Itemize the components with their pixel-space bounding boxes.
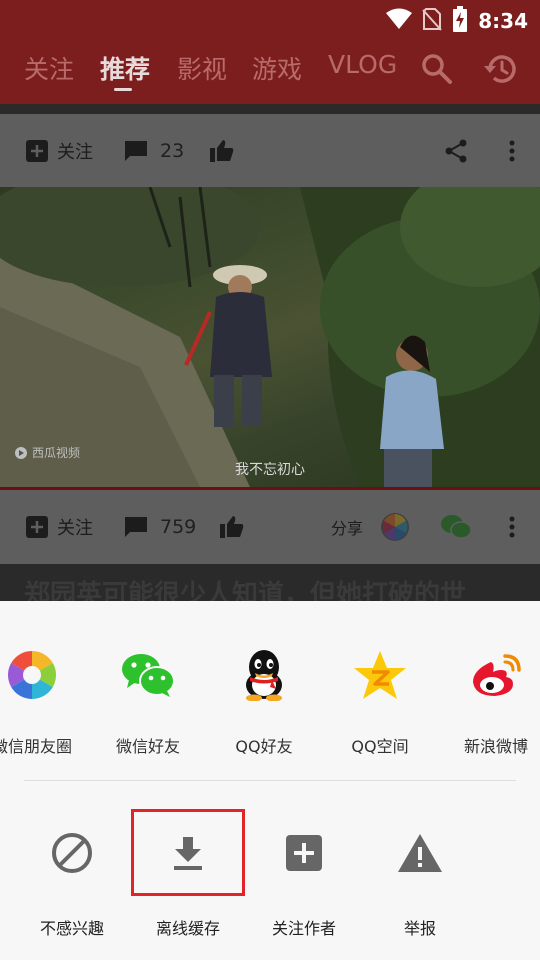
- video-frame-image: [0, 187, 540, 487]
- next-video-title[interactable]: 郑园英可能很少人知道，但她打破的世: [24, 574, 466, 601]
- moments-icon: [7, 651, 57, 699]
- qq-icon: [246, 650, 282, 701]
- share-target-label: QQ好友: [235, 737, 293, 756]
- tab-follow[interactable]: 关注: [24, 50, 74, 86]
- share-target-qzone[interactable]: QQ空间: [322, 645, 438, 757]
- battery-charging-icon: [452, 6, 468, 36]
- action-label: 离线缓存: [155, 919, 220, 938]
- follow-button[interactable]: 关注: [26, 114, 93, 188]
- card-action-bar: 关注 23: [0, 114, 540, 188]
- comment-button[interactable]: 23: [124, 114, 184, 188]
- more-icon[interactable]: [508, 114, 516, 188]
- share-sheet: 微信朋友圈 微信好友: [0, 601, 540, 960]
- feed: 关注 23 西瓜视频 我不忘初心 关注 759 分享 郑园英可能很少人知道，但她…: [0, 104, 540, 601]
- status-bar: 8:34: [0, 0, 540, 38]
- thumbs-up-icon: [220, 516, 244, 538]
- wifi-icon: [386, 8, 413, 34]
- share-targets-row: 微信朋友圈 微信好友: [0, 601, 540, 779]
- tab-games[interactable]: 游戏: [252, 50, 302, 86]
- comment-icon: [125, 517, 147, 537]
- card-action-bar-2: 关注 759 分享: [0, 490, 540, 564]
- tab-recommended[interactable]: 推荐: [100, 50, 150, 86]
- history-icon[interactable]: [483, 52, 519, 90]
- add-icon: [26, 516, 48, 538]
- like-button-2[interactable]: [220, 490, 244, 564]
- action-label: 举报: [403, 919, 436, 938]
- not-interested-button[interactable]: 不感兴趣: [14, 825, 130, 939]
- tabs-fade: [392, 38, 414, 104]
- tab-movies[interactable]: 影视: [177, 50, 227, 86]
- share-target-label: QQ空间: [351, 737, 409, 756]
- not-interested-icon: [52, 833, 92, 873]
- action-label: 关注作者: [271, 919, 336, 938]
- share-label[interactable]: 分享: [331, 490, 363, 564]
- follow-author-button[interactable]: 关注作者: [246, 825, 362, 939]
- follow-button-2[interactable]: 关注: [26, 490, 93, 564]
- active-tab-indicator: [114, 88, 132, 91]
- follow-author-icon: [286, 835, 322, 871]
- report-button[interactable]: 举报: [362, 825, 478, 939]
- qzone-icon: [354, 651, 406, 699]
- share-target-wechat[interactable]: 微信好友: [90, 645, 206, 757]
- comment-button-2[interactable]: 759: [124, 490, 196, 564]
- comment-icon: [125, 141, 147, 161]
- action-label: 不感兴趣: [39, 919, 104, 938]
- watermark-logo-icon: [15, 446, 27, 459]
- video-player[interactable]: 西瓜视频 我不忘初心: [0, 187, 540, 487]
- share-icon[interactable]: [444, 114, 468, 188]
- share-target-weibo[interactable]: 新浪微博: [438, 645, 540, 757]
- search-icon[interactable]: [420, 52, 454, 90]
- no-signal-icon: [422, 7, 442, 35]
- share-target-moments[interactable]: 微信朋友圈: [0, 645, 90, 757]
- like-button[interactable]: [210, 114, 234, 188]
- share-target-label: 微信朋友圈: [0, 737, 72, 756]
- top-nav: 关注 推荐 影视 游戏 VLOG: [0, 38, 540, 104]
- highlight-box: [131, 809, 245, 896]
- share-target-label: 新浪微博: [463, 737, 528, 756]
- share-target-qq[interactable]: QQ好友: [206, 645, 322, 757]
- status-time: 8:34: [478, 9, 528, 33]
- moments-share-icon[interactable]: [380, 490, 410, 564]
- wechat-share-icon[interactable]: [440, 490, 472, 564]
- thumbs-up-icon: [210, 140, 234, 162]
- more-icon-2[interactable]: [508, 490, 516, 564]
- tab-vlog[interactable]: VLOG: [328, 50, 397, 79]
- sheet-divider: [24, 780, 516, 781]
- wechat-icon: [122, 654, 175, 697]
- weibo-icon: [473, 654, 521, 696]
- share-target-label: 微信好友: [115, 737, 180, 756]
- video-subtitle: 我不忘初心: [235, 462, 305, 478]
- report-icon: [398, 834, 442, 872]
- add-icon: [26, 140, 48, 162]
